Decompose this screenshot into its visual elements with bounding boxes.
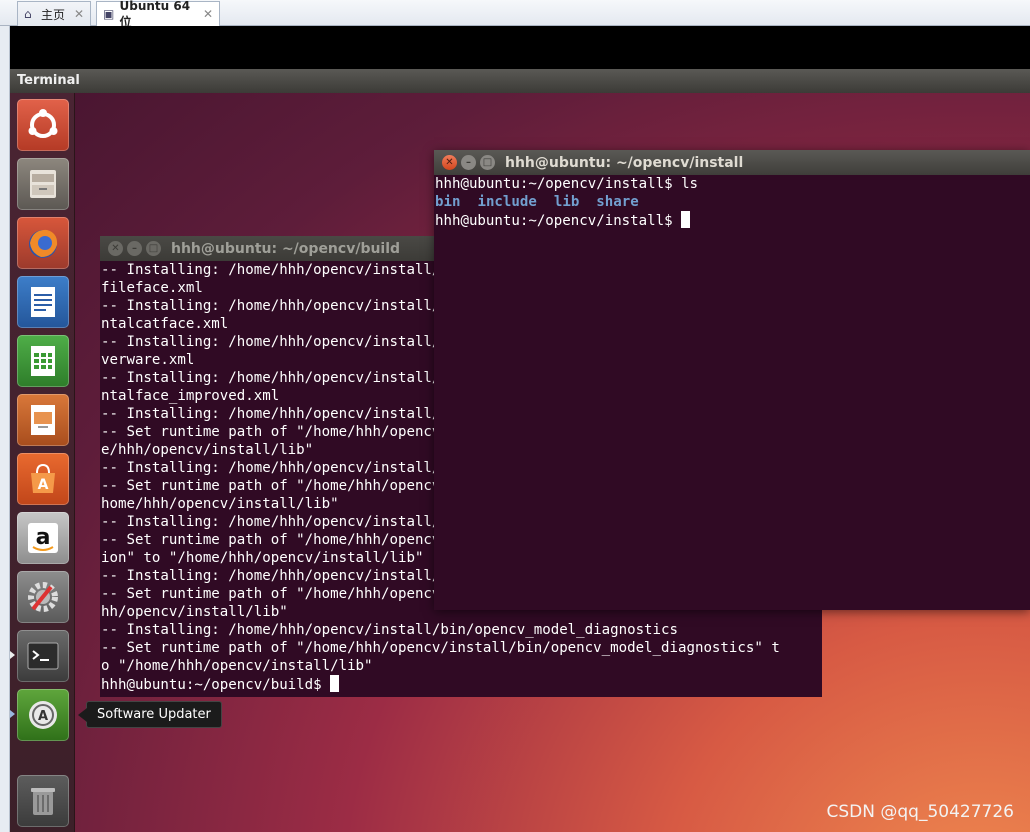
files-icon[interactable] bbox=[17, 158, 69, 210]
minimize-window-icon[interactable]: – bbox=[461, 155, 476, 170]
close-icon[interactable]: ✕ bbox=[203, 7, 213, 21]
window-title: hhh@ubuntu: ~/opencv/build bbox=[171, 240, 401, 257]
host-tab-bar: ⌂ 主页 ✕ ▣ Ubuntu 64 位 ✕ bbox=[0, 0, 1030, 29]
panel-app-title: Terminal bbox=[17, 73, 80, 88]
ubuntu-logo-icon[interactable] bbox=[17, 99, 69, 151]
window-title: hhh@ubuntu: ~/opencv/install bbox=[505, 154, 744, 171]
output-line: -- Set runtime path of "/home/hhh/opencv… bbox=[101, 640, 780, 656]
ls-output: bin include lib share bbox=[435, 193, 1030, 211]
guest-top-area bbox=[10, 26, 1030, 69]
ls-entry: bin bbox=[435, 194, 461, 210]
terminal-icon[interactable] bbox=[17, 630, 69, 682]
ls-entry: share bbox=[596, 194, 639, 210]
close-window-icon[interactable]: ✕ bbox=[442, 155, 457, 170]
tab-home-label: 主页 bbox=[41, 7, 66, 22]
watermark: CSDN @qq_50427726 bbox=[826, 802, 1014, 822]
tab-ubuntu-vm[interactable]: ▣ Ubuntu 64 位 ✕ bbox=[96, 0, 220, 29]
screen: ⌂ 主页 ✕ ▣ Ubuntu 64 位 ✕ Terminal A a A ✕ … bbox=[0, 0, 1030, 832]
software-center-icon[interactable]: A bbox=[17, 453, 69, 505]
prompt: hhh@ubuntu:~/opencv/build$ bbox=[101, 677, 331, 693]
ls-entry: include bbox=[477, 194, 537, 210]
vm-icon: ▣ bbox=[103, 6, 115, 21]
impress-icon[interactable] bbox=[17, 394, 69, 446]
svg-text:A: A bbox=[38, 477, 49, 493]
home-icon: ⌂ bbox=[24, 6, 32, 21]
ls-entry: lib bbox=[553, 194, 580, 210]
maximize-window-icon[interactable]: □ bbox=[480, 155, 495, 170]
text-cursor bbox=[330, 675, 340, 692]
active-indicator bbox=[10, 710, 15, 718]
output-line: -- Installing: /home/hhh/opencv/install/… bbox=[101, 622, 678, 638]
running-indicator bbox=[10, 651, 15, 659]
prompt: hhh@ubuntu:~/opencv/install$ bbox=[435, 213, 682, 229]
tab-home[interactable]: ⌂ 主页 ✕ bbox=[17, 1, 91, 26]
updater-icon[interactable]: A bbox=[17, 689, 69, 741]
top-panel: Terminal bbox=[10, 69, 1030, 93]
command-line: hhh@ubuntu:~/opencv/install$ ls bbox=[435, 176, 699, 192]
calc-icon[interactable] bbox=[17, 335, 69, 387]
close-icon[interactable]: ✕ bbox=[74, 7, 84, 21]
svg-text:a: a bbox=[36, 525, 51, 550]
terminal-output[interactable]: hhh@ubuntu:~/opencv/install$ ls bin incl… bbox=[434, 175, 1030, 229]
window-titlebar[interactable]: ✕ – □ hhh@ubuntu: ~/opencv/install bbox=[434, 150, 1030, 175]
svg-text:A: A bbox=[38, 709, 48, 724]
host-left-strip bbox=[0, 0, 10, 832]
prompt-line: hhh@ubuntu:~/opencv/install$ bbox=[435, 211, 1030, 229]
prompt-line: hhh@ubuntu:~/opencv/build$ bbox=[101, 675, 822, 693]
terminal-window-install[interactable]: ✕ – □ hhh@ubuntu: ~/opencv/install hhh@u… bbox=[434, 150, 1030, 610]
text-cursor bbox=[681, 211, 691, 228]
launcher: A a A bbox=[10, 93, 75, 832]
settings-icon[interactable] bbox=[17, 571, 69, 623]
writer-icon[interactable] bbox=[17, 276, 69, 328]
launcher-tooltip: Software Updater bbox=[78, 701, 222, 728]
maximize-window-icon[interactable]: □ bbox=[146, 241, 161, 256]
amazon-icon[interactable]: a bbox=[17, 512, 69, 564]
firefox-icon[interactable] bbox=[17, 217, 69, 269]
minimize-window-icon[interactable]: – bbox=[127, 241, 142, 256]
trash-icon[interactable] bbox=[17, 775, 69, 827]
output-line: o "/home/hhh/opencv/install/lib" bbox=[101, 658, 373, 674]
close-window-icon[interactable]: ✕ bbox=[108, 241, 123, 256]
